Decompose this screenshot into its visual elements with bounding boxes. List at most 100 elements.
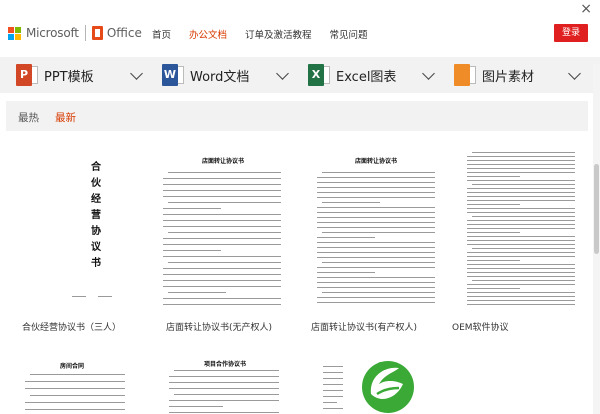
document-thumbnail[interactable]: 房间合同: [20, 356, 130, 414]
top-bar: × Microsoft Office 首页 办公文档 订单及激活教程 常见问题 …: [0, 0, 600, 64]
office-icon: [91, 26, 103, 40]
document-text-line: [472, 280, 575, 281]
document-text-line: [163, 238, 281, 239]
document-text-line: [467, 268, 575, 269]
document-text-line: [317, 227, 435, 228]
document-text-line: [317, 222, 435, 223]
document-text-line: [467, 272, 575, 273]
category-ppt-label: PPT模板: [44, 69, 94, 85]
document-text-line: [317, 287, 435, 288]
document-text-line: [169, 412, 279, 413]
document-text-line: [163, 286, 281, 287]
document-text-line: [163, 250, 221, 251]
document-text-line: [174, 394, 279, 395]
document-text-line: [467, 172, 575, 173]
document-text-line: [467, 160, 575, 161]
category-word-label: Word文档: [190, 69, 250, 85]
document-text-line: [163, 190, 281, 191]
document-text-line: [25, 388, 125, 389]
document-text-line: [317, 242, 435, 243]
filter-newest[interactable]: 最新: [55, 110, 76, 125]
document-text-line: [163, 196, 281, 197]
document-text-line: [323, 366, 343, 367]
document-text-line: [467, 204, 521, 205]
nav-office-docs[interactable]: 办公文档: [189, 27, 227, 41]
document-text-line: [163, 220, 281, 221]
document-text-line: [323, 408, 343, 409]
document-text-line: [30, 395, 125, 396]
document-text-line: [168, 172, 281, 173]
nav-orders-activation[interactable]: 订单及激活教程: [245, 27, 312, 41]
filter-hottest[interactable]: 最热: [18, 110, 39, 125]
document-text-line: [467, 232, 521, 233]
document-text-line: [163, 178, 281, 179]
document-text-line: [467, 292, 575, 293]
document-thumbnail[interactable]: 项目合作协议书: [164, 356, 284, 414]
nav-faq[interactable]: 常见问题: [330, 27, 368, 41]
microsoft-office-logo[interactable]: Microsoft Office: [8, 25, 142, 41]
document-text-line: [317, 182, 435, 183]
document-text-line: [168, 292, 226, 293]
document-text-line: [169, 376, 279, 377]
document-caption[interactable]: OEM软件协议: [452, 320, 509, 333]
document-text-line: [317, 252, 435, 253]
document-text-line: [169, 406, 223, 407]
document-text-line: [168, 202, 281, 203]
chevron-down-icon[interactable]: [130, 67, 143, 80]
document-thumbnail[interactable]: [462, 146, 580, 311]
document-text-line: [472, 248, 575, 249]
nav-home[interactable]: 首页: [152, 27, 171, 41]
sort-filter-bar: 最热 最新: [6, 101, 588, 131]
category-pictures[interactable]: 图片素材: [454, 64, 534, 86]
document-title: 项目合作协议书: [204, 361, 247, 368]
document-thumbnail[interactable]: [318, 356, 348, 414]
document-text-line: [163, 298, 281, 299]
document-thumbnail[interactable]: 合伙经营协议书: [68, 146, 124, 311]
document-text-line: [467, 228, 575, 229]
document-thumbnail[interactable]: 店面转让协议书: [158, 146, 286, 311]
chevron-down-icon[interactable]: [276, 67, 289, 80]
category-excel[interactable]: X Excel图表: [308, 64, 396, 86]
document-text-line: [472, 184, 575, 185]
document-text-line: [163, 184, 281, 185]
category-excel-label: Excel图表: [336, 69, 397, 85]
document-text-line: [169, 400, 279, 401]
document-caption[interactable]: 合伙经营协议书（三人）: [22, 320, 121, 333]
document-text-line: [317, 267, 435, 268]
chevron-down-icon[interactable]: [568, 67, 581, 80]
document-thumbnail[interactable]: 店面转让协议书: [312, 146, 440, 311]
document-text-line: [322, 292, 435, 293]
document-text-line: [163, 274, 281, 275]
category-word[interactable]: W Word文档: [162, 64, 249, 86]
document-text-line: [467, 168, 575, 169]
login-button[interactable]: 登录: [554, 24, 588, 42]
document-text-line: [317, 197, 435, 198]
document-text-line: [467, 264, 575, 265]
scrollbar[interactable]: [593, 64, 600, 414]
document-text-line: [467, 208, 575, 209]
chevron-down-icon[interactable]: [422, 67, 435, 80]
document-text-line: [322, 232, 435, 233]
document-text-line: [467, 224, 575, 225]
document-text-line: [317, 187, 435, 188]
document-text-line: [467, 304, 575, 305]
document-caption[interactable]: 店面转让协议书(无产权人): [166, 320, 272, 333]
category-ppt[interactable]: P PPT模板: [16, 64, 94, 86]
document-title: 房间合同: [60, 363, 85, 370]
document-text-line: [169, 382, 279, 383]
document-text-line: [322, 202, 380, 203]
document-caption[interactable]: 店面转让协议书(有产权人): [311, 320, 417, 333]
document-text-line: [467, 252, 575, 253]
document-text-line: [30, 374, 125, 375]
close-icon[interactable]: ×: [580, 2, 592, 16]
document-text-line: [163, 256, 281, 257]
document-text-line: [467, 212, 575, 213]
document-text-line: [472, 152, 575, 153]
scrollbar-thumb[interactable]: [594, 164, 599, 254]
document-text-line: [323, 396, 343, 397]
document-text-line: [467, 156, 575, 157]
document-text-line: [163, 208, 221, 209]
logo-microsoft-text: Microsoft: [26, 26, 79, 40]
document-text-line: [317, 297, 435, 298]
document-text-line: [174, 370, 279, 371]
